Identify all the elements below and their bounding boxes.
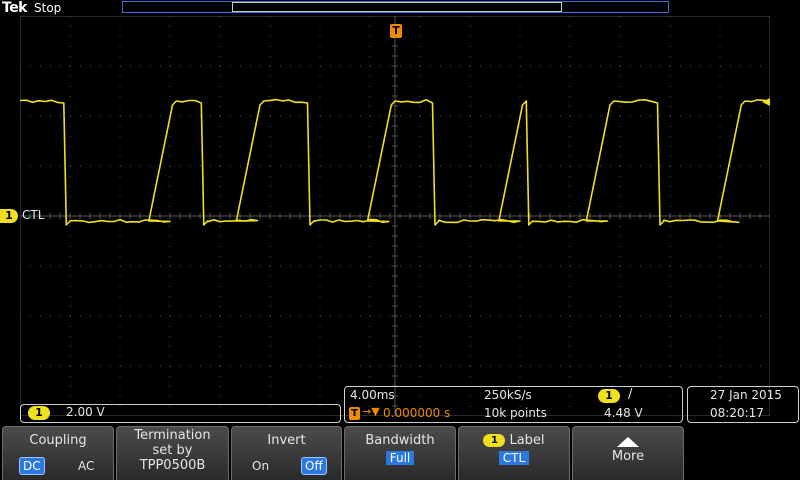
trigger-slope-icon: / (628, 387, 633, 402)
trigger-offset: 0.000000 s (383, 406, 451, 420)
invert-on-option[interactable]: On (249, 458, 272, 474)
trigger-offset-icon: T (349, 407, 360, 420)
time-per-div: 4.00ms (350, 388, 395, 402)
bandwidth-value: Full (385, 451, 415, 465)
label-ch1-badge: 1 (483, 434, 506, 447)
termination-label: Termination (134, 428, 211, 443)
trigger-source-badge: 1 (598, 389, 620, 403)
bandwidth-label: Bandwidth (365, 433, 435, 448)
ch1-scale: 2.00 V (66, 405, 105, 419)
label-value: CTL (498, 451, 530, 465)
trigger-position-icon: T (390, 24, 402, 38)
invert-button[interactable]: Invert On Off (231, 426, 342, 480)
sample-rate: 250kS/s (484, 388, 532, 402)
coupling-ac-option[interactable]: AC (75, 458, 97, 474)
trigger-level-icon (762, 98, 770, 106)
invert-label: Invert (267, 433, 306, 448)
termination-sub: set by (152, 443, 193, 458)
trigger-arrow-icon: →▼ (362, 405, 380, 418)
coupling-label: Coupling (29, 433, 87, 448)
bandwidth-button[interactable]: Bandwidth Full (344, 426, 456, 480)
acquisition-status: Stop (34, 1, 62, 15)
brand-logo: Tek (2, 0, 28, 16)
coupling-dc-option[interactable]: DC (19, 457, 45, 475)
termination-button[interactable]: Termination set by TPP0500B (116, 426, 229, 480)
more-arrow-icon (617, 437, 639, 447)
record-length: 10k points (484, 406, 547, 420)
ch1-badge: 1 (28, 406, 50, 420)
more-label: More (611, 449, 645, 464)
waveform-display (20, 16, 770, 416)
termination-probe: TPP0500B (139, 458, 206, 473)
graticule (20, 16, 770, 416)
ch1-label: CTL (22, 208, 45, 222)
label-label: Label (509, 433, 545, 448)
trigger-level: 4.48 V (604, 406, 643, 420)
record-view-window (232, 2, 562, 12)
more-button[interactable]: More (572, 426, 684, 480)
label-button[interactable]: 1 Label CTL (458, 426, 570, 480)
time: 08:20:17 (710, 406, 764, 420)
coupling-button[interactable]: Coupling DC AC (2, 426, 114, 480)
invert-off-option[interactable]: Off (301, 457, 327, 475)
date: 27 Jan 2015 (710, 388, 782, 402)
ch1-ground-marker[interactable]: 1 (0, 209, 18, 223)
